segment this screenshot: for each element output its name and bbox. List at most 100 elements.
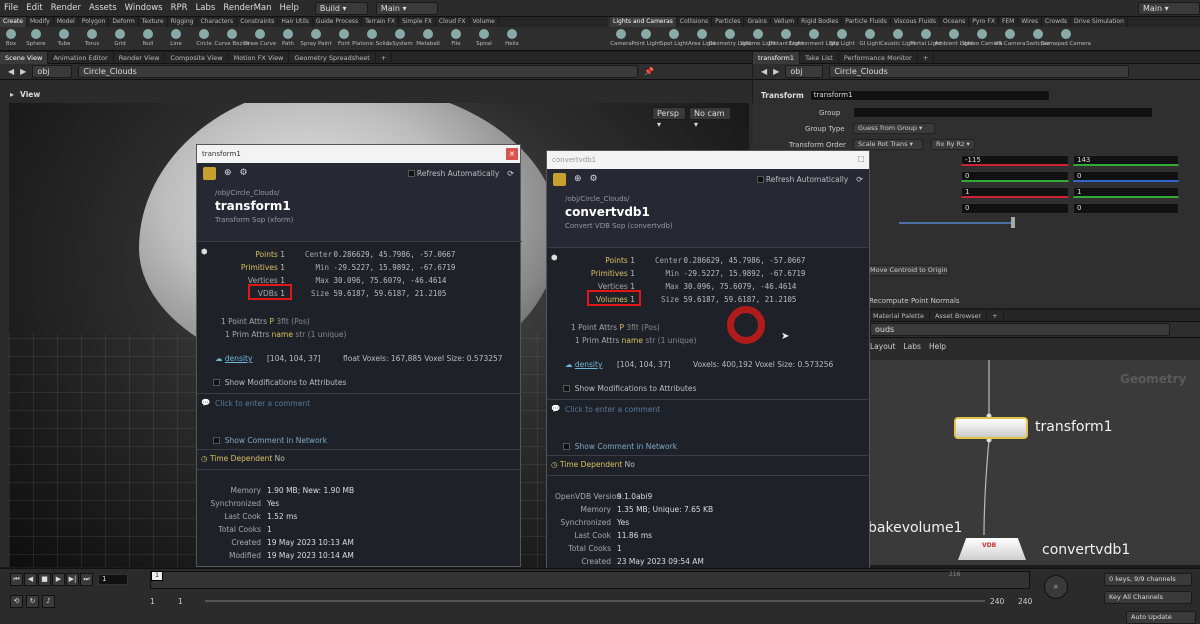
shelf-tab-viscous-fluids[interactable]: Viscous Fluids	[891, 17, 940, 27]
left-tool-spiral[interactable]: Spiral	[470, 27, 498, 47]
shelf-tab-terrain-fx[interactable]: Terrain FX	[362, 17, 399, 27]
group-field[interactable]	[853, 107, 1153, 118]
show-mods-checkbox[interactable]	[563, 385, 570, 392]
shelf-tab-grains[interactable]: Grains	[744, 17, 771, 27]
shelf-tab-collisions[interactable]: Collisions	[677, 17, 713, 27]
menu-file[interactable]: File	[0, 0, 22, 17]
comment-field[interactable]: Click to enter a comment	[565, 405, 660, 414]
right-tool-stereo-camera[interactable]: Stereo Camera	[961, 27, 1003, 47]
left-tool-tube[interactable]: Tube	[50, 27, 78, 47]
recompute-normals-label[interactable]: Recompute Point Normals	[869, 297, 960, 305]
menu-edit[interactable]: Edit	[22, 0, 46, 17]
start-frame[interactable]: 1	[150, 597, 155, 606]
show-comment-checkbox[interactable]	[563, 443, 570, 450]
camera-menu[interactable]: No cam ▾	[689, 107, 731, 129]
param-back-icon[interactable]: ◀	[761, 67, 767, 76]
close-icon[interactable]: ☐	[855, 154, 867, 166]
add-tab-icon-params[interactable]: +	[918, 51, 935, 64]
loop-icon[interactable]: ↻	[26, 595, 39, 608]
tab-scene-view[interactable]: Scene View	[0, 51, 49, 64]
tab-animation-editor[interactable]: Animation Editor	[48, 51, 114, 64]
add-tab-icon-network[interactable]: +	[987, 309, 1004, 322]
tab-geometry-spreadsheet[interactable]: Geometry Spreadsheet	[289, 51, 376, 64]
shelf-tab-drive-simulation[interactable]: Drive Simulation	[1071, 17, 1128, 27]
menu-rpr[interactable]: RPR	[167, 0, 192, 17]
left-tool-line[interactable]: Line	[162, 27, 190, 47]
move-centroid-button[interactable]: Move Centroid to Origin	[865, 265, 949, 276]
uniform-scale-handle[interactable]	[1011, 217, 1015, 228]
right-tool-environment-light[interactable]: Environment Light	[789, 27, 839, 47]
stop-button[interactable]: ■	[38, 573, 51, 586]
menu-windows[interactable]: Windows	[121, 0, 167, 17]
add-tab-icon[interactable]: +	[376, 51, 393, 64]
volume-name-link[interactable]: density	[225, 354, 253, 363]
left-tool-metaball[interactable]: Metaball	[414, 27, 442, 47]
build-dropdown[interactable]: Build ▾	[314, 1, 368, 15]
param-path-node[interactable]: Circle_Clouds	[829, 65, 1130, 78]
left-tool-curve-bezier[interactable]: Curve Bezier	[214, 27, 250, 47]
shelf-tab-rigid-bodies[interactable]: Rigid Bodies	[798, 17, 843, 27]
shelf-tab-modify[interactable]: Modify	[27, 17, 54, 27]
rotate-order-menu[interactable]: Rx Ry Rz ▾	[931, 139, 975, 150]
left-tool-l-system[interactable]: L-System	[386, 27, 414, 47]
right-tool-vr-camera[interactable]: VR Camera	[995, 27, 1025, 47]
shelf-tab-oceans[interactable]: Oceans	[940, 17, 970, 27]
right-tool-spot-light[interactable]: Spot Light	[660, 27, 688, 47]
comment-field[interactable]: Click to enter a comment	[215, 399, 310, 408]
shelf-tab-hair-utils[interactable]: Hair Utils	[278, 17, 313, 27]
show-mods-toggle[interactable]: Show Modifications to Attributes	[563, 384, 696, 393]
refresh-checkbox[interactable]	[407, 169, 415, 177]
uniform-scale-slider[interactable]	[899, 222, 1015, 224]
tab-motion-fx-view[interactable]: Motion FX View	[229, 51, 290, 64]
shelf-tab-characters[interactable]: Characters	[197, 17, 238, 27]
end-frame-2[interactable]: 240	[1018, 597, 1032, 606]
pin-icon[interactable]	[203, 166, 216, 180]
network-menu-help[interactable]: Help	[929, 342, 946, 351]
menu-renderman[interactable]: RenderMan	[219, 0, 275, 17]
close-icon[interactable]: ×	[506, 148, 518, 160]
shelf-tab-model[interactable]: Model	[54, 17, 79, 27]
scale-z-field[interactable]: 1	[1073, 187, 1179, 198]
right-tool-gamepad-camera[interactable]: Gamepad Camera	[1041, 27, 1091, 47]
path-node[interactable]: Circle_Clouds	[78, 65, 639, 78]
refresh-icon[interactable]: ⟳	[507, 169, 520, 178]
tab-material-palette[interactable]: Material Palette	[868, 309, 930, 322]
translate-y-field[interactable]: -115	[961, 155, 1069, 166]
left-tool-null[interactable]: Null	[134, 27, 162, 47]
keys-channels-status[interactable]: 0 keys, 9/9 channels	[1104, 573, 1192, 586]
rotate-z-field[interactable]: 0	[1073, 171, 1179, 182]
param-path-root[interactable]: obj	[785, 65, 824, 78]
shelf-tab-texture[interactable]: Texture	[139, 17, 168, 27]
op-name-field[interactable]: transform1	[809, 89, 1050, 101]
shelf-tab-guide-process[interactable]: Guide Process	[313, 17, 363, 27]
frame-marker[interactable]: 1	[151, 571, 163, 581]
time-slider[interactable]: 1 216	[150, 571, 1030, 589]
key-all-channels-button[interactable]: Key All Channels	[1104, 591, 1192, 604]
shelf-tab-volume[interactable]: Volume	[470, 17, 499, 27]
desktop-dropdown[interactable]: Main ▾	[375, 1, 438, 15]
refresh-auto-toggle[interactable]: Refresh Automatically	[407, 169, 499, 178]
path-root[interactable]: obj	[32, 65, 73, 78]
range-slider[interactable]	[205, 600, 985, 602]
menu-assets[interactable]: Assets	[85, 0, 121, 17]
left-tool-torus[interactable]: Torus	[78, 27, 106, 47]
tab-transform1[interactable]: transform1	[753, 51, 801, 64]
shelf-tab-wires[interactable]: Wires	[1018, 17, 1042, 27]
shelf-tab-constraints[interactable]: Constraints	[237, 17, 279, 27]
shelf-tab-deform[interactable]: Deform	[109, 17, 139, 27]
left-tool-grid[interactable]: Grid	[106, 27, 134, 47]
network-path[interactable]: ouds	[870, 323, 1170, 336]
shelf-tab-vellum[interactable]: Vellum	[771, 17, 799, 27]
forward-icon[interactable]: ▶	[20, 67, 26, 76]
shelf-tab-rigging[interactable]: Rigging	[168, 17, 198, 27]
pin-icon[interactable]: 📌	[644, 67, 654, 76]
jump-start-button[interactable]: ⏮	[10, 573, 23, 586]
rotate-y-field[interactable]: 0	[961, 171, 1069, 182]
tab-render-view[interactable]: Render View	[114, 51, 166, 64]
shear-y-field[interactable]: 0	[961, 203, 1069, 214]
tab-performance-monitor[interactable]: Performance Monitor	[839, 51, 918, 64]
scale-y-field[interactable]: 1	[961, 187, 1069, 198]
refresh-checkbox[interactable]	[756, 175, 764, 183]
auto-update-menu[interactable]: Auto Update	[1126, 611, 1196, 624]
transform-order-menu[interactable]: Scale Rot Trans ▾	[853, 139, 923, 150]
